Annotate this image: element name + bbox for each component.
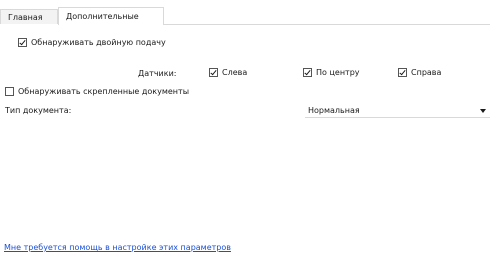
double-feed-checkbox[interactable] bbox=[18, 38, 27, 47]
stapled-checkbox-row[interactable]: Обнаруживать скрепленные документы bbox=[5, 87, 189, 96]
tab-main[interactable]: Главная bbox=[0, 9, 58, 24]
stapled-label: Обнаруживать скрепленные документы bbox=[18, 87, 190, 96]
double-feed-checkbox-row[interactable]: Обнаруживать двойную подачу bbox=[18, 38, 166, 47]
tab-divider bbox=[164, 24, 490, 25]
tab-strip: Главная Дополнительные bbox=[0, 0, 490, 25]
sensor-left-label: Слева bbox=[222, 68, 248, 77]
sensor-left-checkbox[interactable] bbox=[209, 68, 218, 77]
doc-type-value: Нормальная bbox=[308, 106, 360, 115]
doc-type-label: Тип документа: bbox=[5, 106, 72, 115]
sensor-center-checkbox[interactable] bbox=[303, 68, 312, 77]
double-feed-label: Обнаруживать двойную подачу bbox=[31, 38, 166, 47]
tab-additional-label: Дополнительные bbox=[66, 12, 139, 21]
tab-additional[interactable]: Дополнительные bbox=[58, 7, 164, 25]
sensor-center-checkbox-row[interactable]: По центру bbox=[303, 68, 360, 77]
sensor-right-label: Справа bbox=[411, 68, 442, 77]
doc-type-select[interactable]: Нормальная bbox=[305, 104, 490, 118]
stapled-checkbox[interactable] bbox=[5, 87, 14, 96]
sensor-left-checkbox-row[interactable]: Слева bbox=[209, 68, 247, 77]
chevron-down-icon bbox=[480, 109, 486, 113]
help-link[interactable]: Мне требуется помощь в настройке этих па… bbox=[4, 243, 231, 252]
tab-main-label: Главная bbox=[8, 13, 43, 22]
sensors-label: Датчики: bbox=[138, 69, 177, 78]
sensor-right-checkbox-row[interactable]: Справа bbox=[398, 68, 441, 77]
sensor-right-checkbox[interactable] bbox=[398, 68, 407, 77]
sensor-center-label: По центру bbox=[316, 68, 360, 77]
